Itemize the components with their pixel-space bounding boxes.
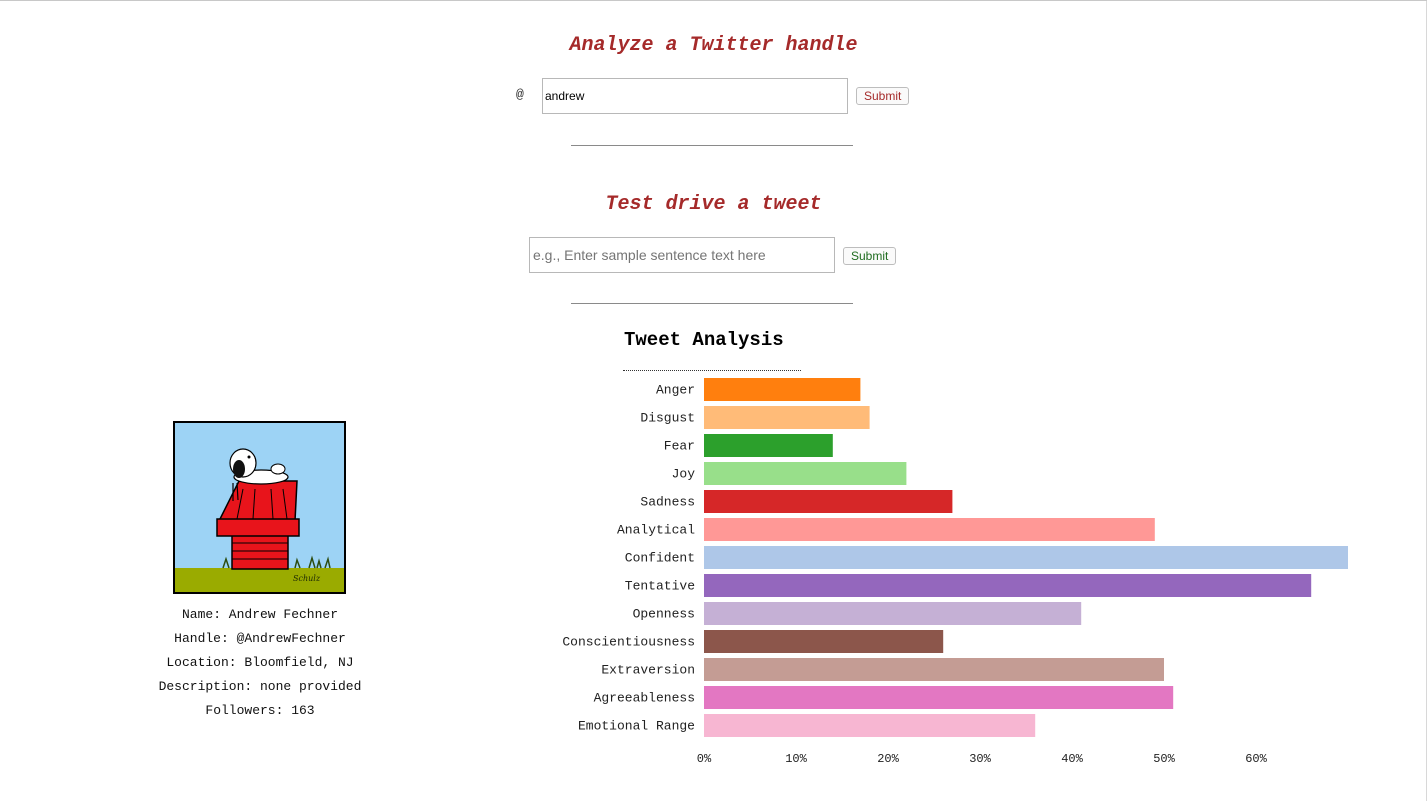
chart-bar [704, 686, 1174, 709]
chart-bar [704, 406, 870, 429]
chart-bar [704, 378, 861, 401]
chart-category-label: Anger [656, 383, 695, 398]
chart-bar [704, 490, 953, 513]
chart-category-label: Joy [672, 467, 696, 482]
chart-bar [704, 714, 1036, 737]
chart-bar [704, 462, 907, 485]
chart-bar [704, 630, 944, 653]
chart-x-tick-label: 40% [1061, 752, 1083, 766]
chart-category-label: Sadness [640, 495, 695, 510]
chart-category-label: Tentative [625, 579, 695, 594]
chart-x-tick-label: 30% [969, 752, 991, 766]
chart-bar [704, 574, 1312, 597]
chart-category-label: Fear [664, 439, 695, 454]
chart-x-tick-label: 10% [785, 752, 807, 766]
chart-category-label: Conscientiousness [562, 635, 695, 650]
chart-category-label: Agreeableness [594, 691, 695, 706]
chart-bar [704, 434, 833, 457]
chart-category-label: Extraversion [601, 663, 695, 678]
chart-bar [704, 518, 1155, 541]
chart-x-tick-label: 60% [1245, 752, 1267, 766]
chart-category-label: Openness [633, 607, 695, 622]
chart-category-label: Emotional Range [578, 719, 695, 734]
tweet-analysis-chart: Anger Disgust Fear Joy Sadness Analytical Conf… [562, 378, 1348, 766]
chart-x-tick-label: 20% [877, 752, 899, 766]
chart-category-label: Analytical [617, 523, 695, 538]
chart-x-tick-label: 0% [697, 752, 712, 766]
chart-category-label: Disgust [640, 411, 695, 426]
chart-bar [704, 602, 1082, 625]
chart-category-label: Confident [625, 551, 695, 566]
chart-x-tick-label: 50% [1153, 752, 1175, 766]
chart-bar [704, 546, 1348, 569]
chart-bar [704, 658, 1164, 681]
